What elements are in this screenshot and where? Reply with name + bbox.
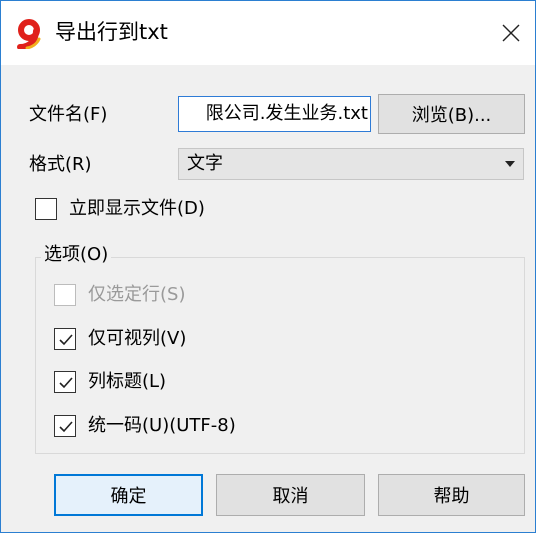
title-bar: 导出行到txt [1, 1, 535, 65]
checkmark-icon [59, 334, 73, 346]
format-select[interactable]: 文字 [178, 148, 524, 180]
ok-button[interactable]: 确定 [54, 474, 203, 516]
column-headers-label: 列标题(L) [88, 371, 167, 392]
options-group-label: 选项(O) [41, 243, 112, 267]
filename-input[interactable]: 限公司.发生业务.txt [178, 96, 371, 132]
visible-columns-checkbox[interactable] [54, 328, 76, 350]
close-button[interactable] [493, 15, 529, 51]
selected-rows-label: 仅选定行(S) [88, 284, 186, 305]
window-title: 导出行到txt [55, 20, 168, 44]
open-after-checkbox[interactable] [35, 198, 57, 220]
unicode-checkbox[interactable] [54, 415, 76, 437]
checkmark-icon [59, 377, 73, 389]
browse-button[interactable]: 浏览(B)... [378, 94, 525, 134]
open-after-label: 立即显示文件(D) [69, 198, 205, 219]
filename-label: 文件名(F) [29, 104, 108, 125]
close-icon [502, 24, 520, 42]
unicode-label: 统一码(U)(UTF-8) [88, 415, 236, 436]
cancel-button[interactable]: 取消 [216, 474, 365, 516]
checkmark-icon [59, 421, 73, 433]
chevron-down-icon [505, 161, 515, 167]
column-headers-checkbox[interactable] [54, 371, 76, 393]
app-logo-icon [17, 19, 41, 49]
export-dialog: 导出行到txt 文件名(F) 限公司.发生业务.txt 浏览(B)... 格式(… [0, 0, 536, 533]
help-button[interactable]: 帮助 [378, 474, 525, 516]
format-selected-value: 文字 [187, 153, 223, 174]
selected-rows-checkbox[interactable] [54, 284, 76, 306]
visible-columns-label: 仅可视列(V) [88, 328, 187, 349]
format-label: 格式(R) [29, 154, 92, 175]
